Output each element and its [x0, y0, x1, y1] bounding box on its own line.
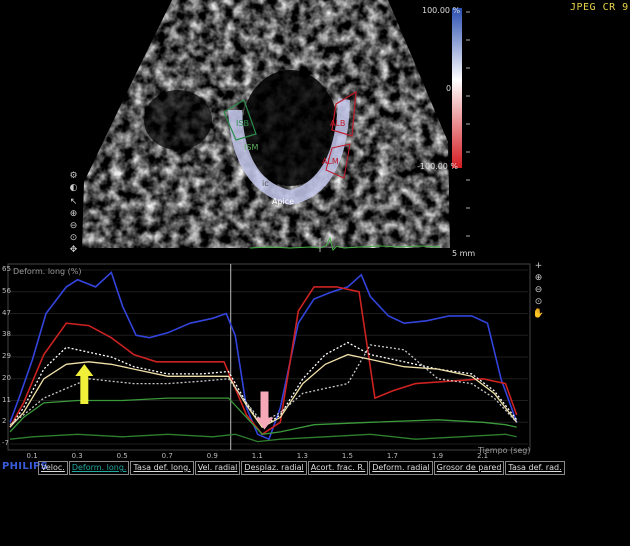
x-tick-label: 2.1 [476, 452, 489, 460]
x-tick-label: 1.5 [341, 452, 353, 460]
y-tick-label: 2 [2, 417, 7, 426]
tab-4[interactable]: Desplaz. radial [241, 461, 307, 475]
strain-chart [7, 263, 531, 451]
tab-5[interactable]: Acort. frac. R. [307, 461, 369, 475]
tab-8[interactable]: Tasa def. rad. [505, 461, 565, 475]
segment-label-apice: Apice [272, 197, 294, 206]
x-tick-label: 1.7 [386, 452, 398, 460]
tab-3[interactable]: Vel. radial [194, 461, 241, 475]
y-tick-label: 38 [2, 330, 11, 339]
y-tick-label: 20 [2, 373, 11, 382]
x-tick-label: 0.5 [116, 452, 128, 460]
scale-min-label: -100.00 % [417, 162, 459, 171]
y-tick-label: -7 [2, 439, 9, 447]
segment-label-alb: ALB [330, 119, 345, 128]
zoom-fit-icon[interactable]: ⊙ [68, 232, 79, 243]
echo-image: ISB ISM ic Apice ALB ALM [82, 0, 470, 252]
x-tick-label: 0.7 [161, 452, 173, 460]
y-axis-label: Deform. long (%) [13, 267, 82, 276]
cavity-left [144, 90, 212, 150]
y-tick-label: 56 [2, 286, 11, 295]
y-tick-label: 11 [2, 395, 11, 404]
settings-icon[interactable]: ⚙ [68, 170, 79, 181]
tab-7[interactable]: Grosor de pared [433, 461, 505, 475]
scale-max-label: 100.00 % [422, 6, 461, 15]
cursor-icon[interactable]: ↖ [68, 196, 79, 207]
zoom-in-icon[interactable]: ⊕ [68, 208, 79, 219]
depth-ruler [466, 11, 470, 237]
segment-label-isb: ISB [236, 119, 249, 128]
y-tick-label: 29 [2, 352, 11, 360]
x-tick-label: 1.3 [296, 452, 308, 460]
segment-label-ism: ISM [244, 143, 258, 152]
segment-label-ic: ic [262, 179, 269, 188]
x-tick-label: 1.9 [431, 452, 444, 460]
x-tick-label: 0.1 [26, 452, 38, 460]
depth-label: 5 mm [452, 249, 476, 258]
segment-label-alm: ALM [322, 157, 339, 166]
tab-2[interactable]: Tasa def. long. [130, 461, 194, 475]
tab-6[interactable]: Deform. radial [369, 461, 433, 475]
zoom-out-icon[interactable]: ⊖ [68, 220, 79, 231]
x-tick-label: 0.9 [206, 452, 218, 460]
view-tabs: Veloc. Deform. long. Tasa def. long. Vel. r… [38, 461, 565, 475]
y-tick-label: 47 [2, 308, 11, 317]
x-tick-label: 0.3 [71, 452, 83, 460]
scale-mid-label: 0 [446, 84, 452, 93]
color-scale-bar [452, 8, 462, 168]
pan-icon[interactable]: ✥ [68, 244, 79, 255]
y-tick-label: 65 [2, 265, 11, 273]
x-tick-label: 1.1 [251, 452, 263, 460]
contrast-icon[interactable]: ◐ [68, 182, 79, 193]
tab-0[interactable]: Veloc. [38, 461, 68, 475]
tab-1[interactable]: Deform. long. [68, 461, 130, 475]
